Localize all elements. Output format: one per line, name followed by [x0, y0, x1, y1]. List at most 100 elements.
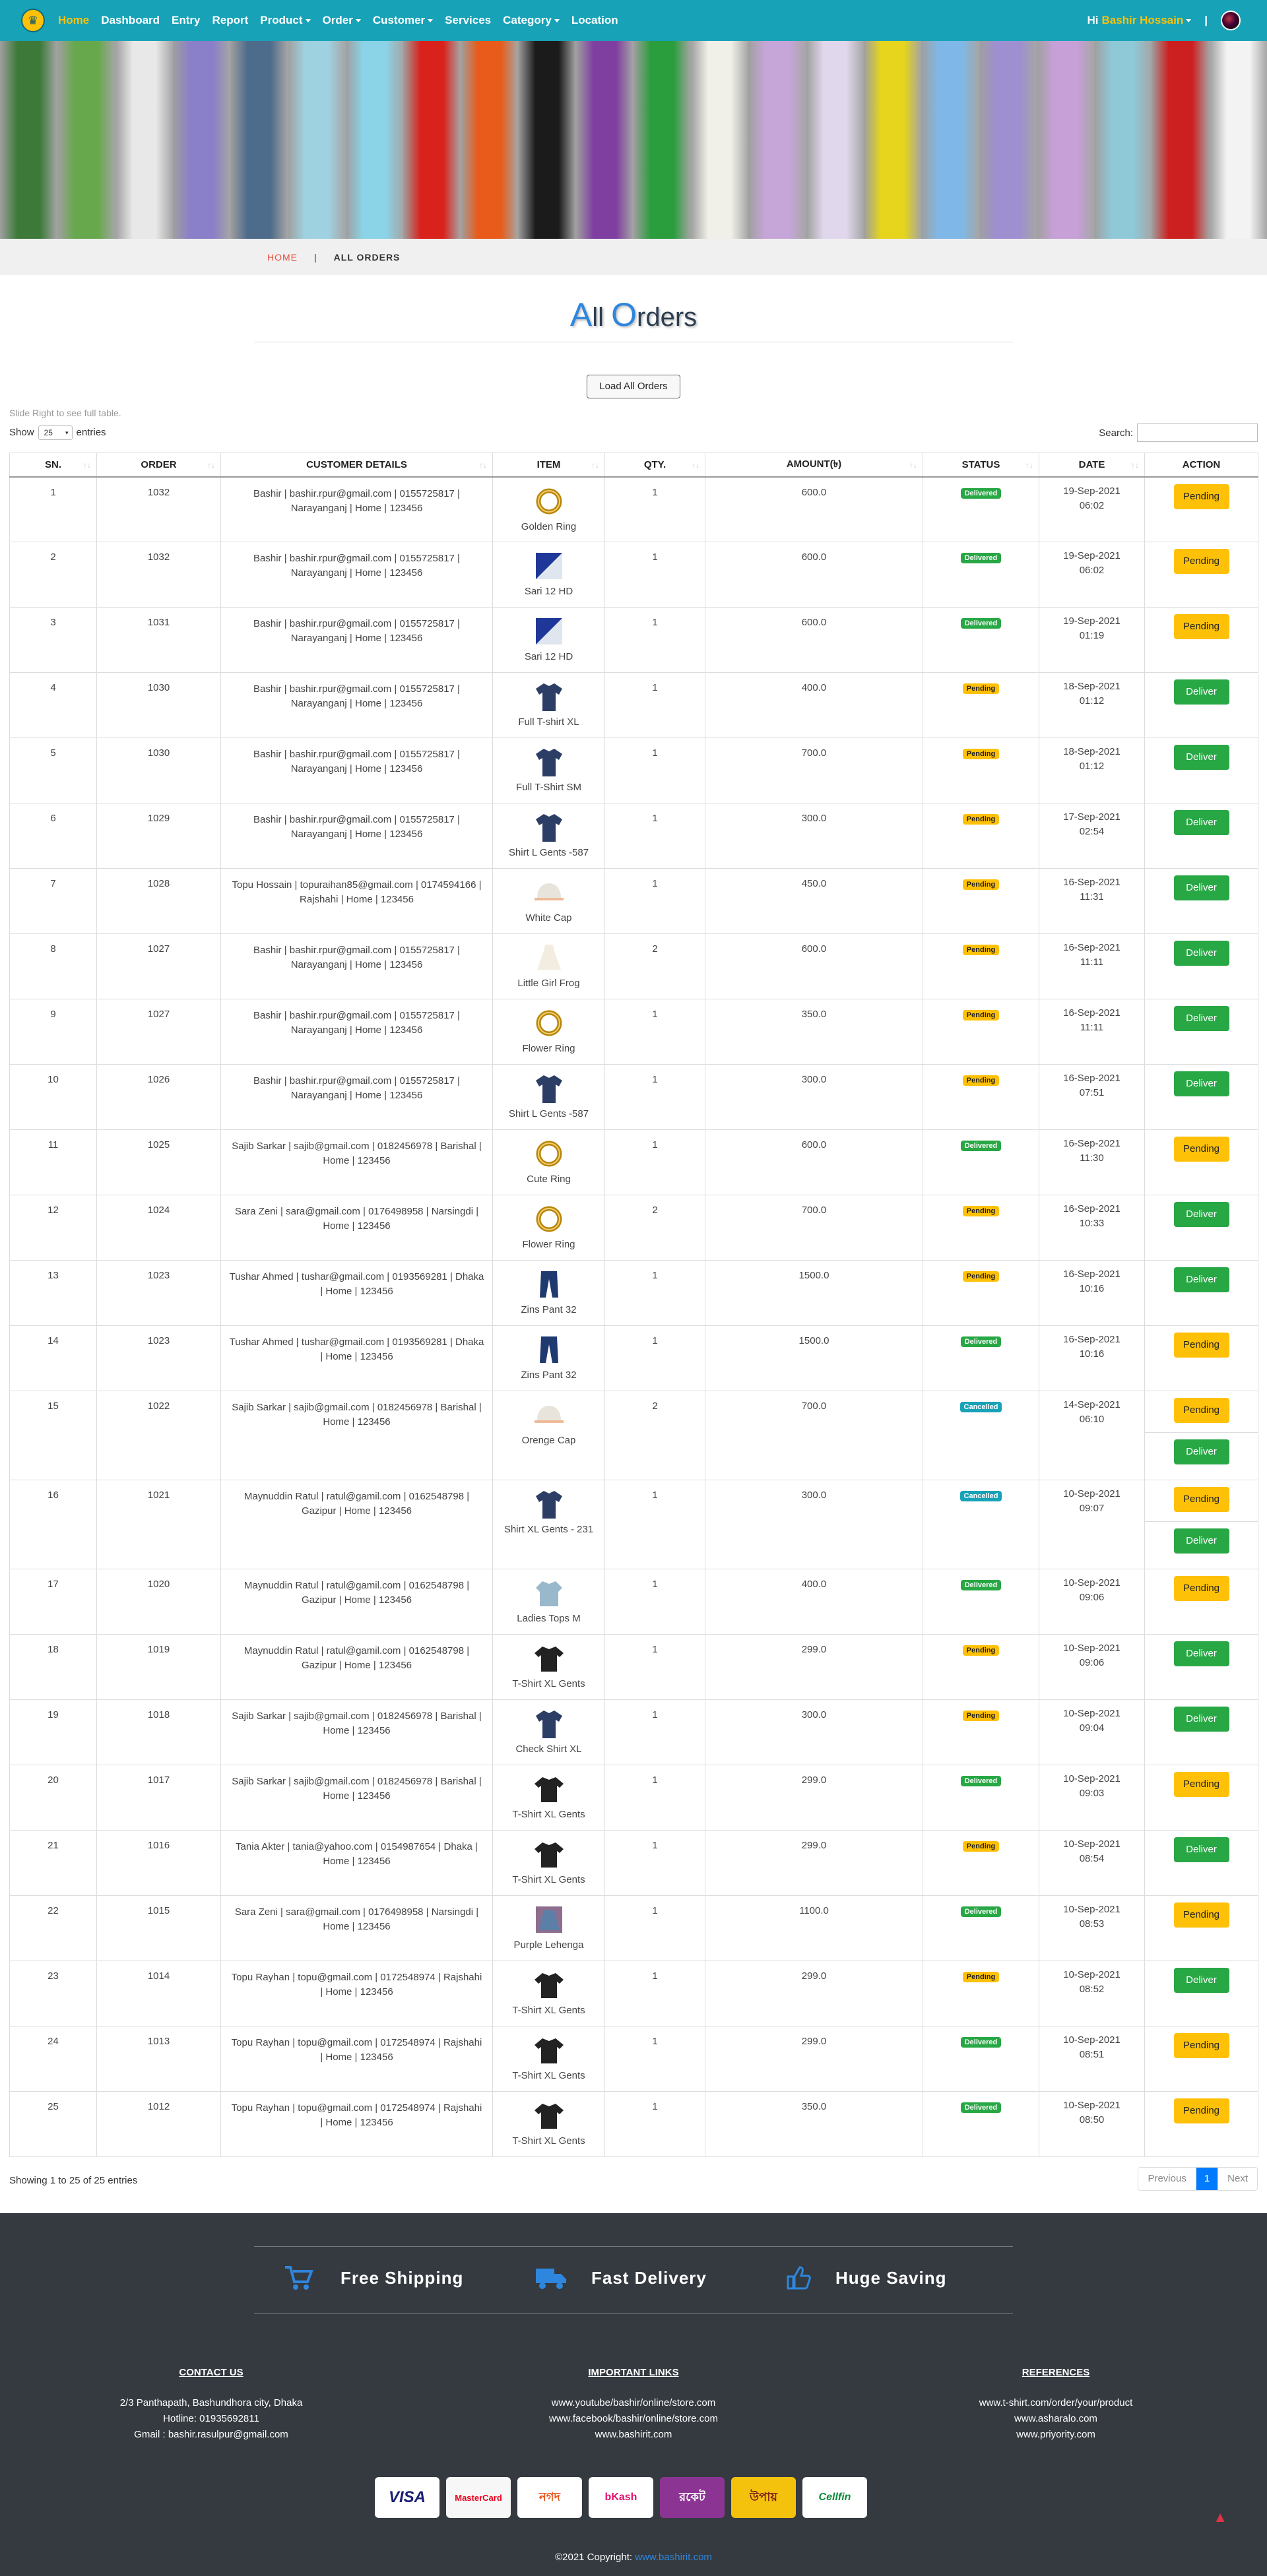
cell-action: Deliver [1144, 1634, 1258, 1700]
copyright-link[interactable]: www.bashirit.com [635, 2552, 712, 2563]
column-header[interactable]: ACTION [1144, 453, 1258, 478]
chevron-down-icon[interactable] [1186, 18, 1192, 22]
pending-button[interactable]: Pending [1173, 1576, 1229, 1601]
scroll-to-top-icon[interactable]: ▲ [1213, 2509, 1227, 2526]
item-name: T-Shirt XL Gents [512, 1874, 585, 1885]
deliver-button[interactable]: Deliver [1173, 810, 1229, 835]
column-header[interactable]: SN. ↑↓ [9, 453, 97, 478]
cell-date: 18-Sep-2021 01:12 [1039, 672, 1145, 738]
cell-sn: 15 [9, 1391, 97, 1480]
column-header[interactable]: ORDER ↑↓ [96, 453, 221, 478]
deliver-button[interactable]: Deliver [1173, 1006, 1229, 1031]
deliver-button[interactable]: Deliver [1173, 679, 1229, 705]
nav-report[interactable]: Report [212, 14, 249, 27]
deliver-button[interactable]: Deliver [1173, 1707, 1229, 1732]
deliver-button[interactable]: Deliver [1173, 1267, 1229, 1292]
user-menu[interactable]: Hi Bashir Hossain | [1087, 0, 1241, 41]
cell-customer: Topu Rayhan | topu@gmail.com | 017254897… [220, 2026, 493, 2092]
status-badge: Pending [962, 1271, 1000, 1282]
frock-icon [497, 941, 601, 975]
brand-logo[interactable]: ♛ [21, 9, 45, 32]
nav-dashboard[interactable]: Dashboard [101, 14, 160, 27]
nav-services[interactable]: Services [445, 14, 491, 27]
pending-button[interactable]: Pending [1173, 1137, 1229, 1162]
user-name[interactable]: Bashir Hossain [1101, 14, 1183, 27]
nav-category[interactable]: Category [503, 14, 560, 27]
column-header[interactable]: ITEM ↑↓ [492, 453, 605, 478]
deliver-button[interactable]: Deliver [1173, 1439, 1229, 1464]
deliver-button[interactable]: Deliver [1173, 1202, 1229, 1227]
nav-product[interactable]: Product [260, 14, 311, 27]
sort-icon[interactable]: ↑↓ [1131, 460, 1139, 470]
deliver-button[interactable]: Deliver [1173, 875, 1229, 900]
cell-order: 1029 [96, 803, 221, 869]
nav-entry[interactable]: Entry [172, 14, 200, 27]
cell-status: Pending [923, 1699, 1039, 1765]
copyright: ©2021 Copyright: www.bashirit.com [555, 2552, 712, 2563]
deliver-button[interactable]: Deliver [1173, 1968, 1229, 1993]
slide-note: Slide Right to see full table. [9, 408, 121, 418]
nav-order[interactable]: Order [323, 14, 361, 27]
breadcrumb-home[interactable]: HOME [267, 252, 298, 263]
nav-location[interactable]: Location [571, 14, 618, 27]
previous-button[interactable]: Previous [1138, 2168, 1196, 2190]
deliver-button[interactable]: Deliver [1173, 941, 1229, 966]
link-facebook[interactable]: www.facebook/bashir/online/store.com [528, 2411, 739, 2427]
pending-button[interactable]: Pending [1173, 1772, 1229, 1797]
entries-select[interactable]: 25 ▾ [38, 425, 73, 440]
sort-icon[interactable]: ↑↓ [207, 460, 215, 470]
cell-customer: Bashir | bashir.rpur@gmail.com | 0155725… [220, 607, 493, 673]
status-badge: Delivered [960, 2037, 1002, 2048]
column-header[interactable]: DATE ↑↓ [1039, 453, 1145, 478]
deliver-button[interactable]: Deliver [1173, 1071, 1229, 1096]
load-all-orders-button[interactable]: Load All Orders [587, 375, 680, 398]
pending-button[interactable]: Pending [1173, 549, 1229, 574]
cell-status: Delivered [923, 542, 1039, 608]
sort-icon[interactable]: ↑↓ [692, 460, 699, 470]
pending-button[interactable]: Pending [1173, 2098, 1229, 2123]
nav-home[interactable]: Home [58, 14, 89, 27]
column-header[interactable]: QTY. ↑↓ [604, 453, 705, 478]
deliver-button[interactable]: Deliver [1173, 1641, 1229, 1666]
contact-address: 2/3 Panthapath, Bashundhora city, Dhaka [119, 2397, 303, 2408]
deliver-button[interactable]: Deliver [1173, 745, 1229, 770]
pending-button[interactable]: Pending [1173, 1902, 1229, 1928]
sort-icon[interactable]: ↑↓ [909, 460, 917, 470]
link-youtube[interactable]: www.youtube/bashir/online/store.com [528, 2395, 739, 2411]
sort-icon[interactable]: ↑↓ [591, 460, 599, 470]
cell-sn: 13 [9, 1260, 97, 1326]
link-website[interactable]: www.bashirit.com [528, 2427, 739, 2443]
column-header[interactable]: STATUS ↑↓ [923, 453, 1039, 478]
column-header[interactable]: CUSTOMER DETAILS ↑↓ [220, 453, 493, 478]
sort-icon[interactable]: ↑↓ [83, 460, 91, 470]
ring-icon [497, 1137, 601, 1171]
deliver-button[interactable]: Deliver [1173, 1528, 1229, 1554]
page-1-button[interactable]: 1 [1196, 2168, 1219, 2190]
shirt-icon [497, 1487, 601, 1521]
cell-status: Pending [923, 1634, 1039, 1700]
pending-button[interactable]: Pending [1173, 1487, 1229, 1512]
sort-icon[interactable]: ↑↓ [479, 460, 487, 470]
pending-button[interactable]: Pending [1173, 614, 1229, 639]
cell-customer: Sara Zeni | sara@gmail.com | 0176498958 … [220, 1195, 493, 1261]
avatar[interactable] [1221, 11, 1241, 30]
cell-order: 1013 [96, 2026, 221, 2092]
search-input[interactable] [1137, 424, 1258, 442]
sort-icon[interactable]: ↑↓ [1025, 460, 1033, 470]
deliver-button[interactable]: Deliver [1173, 1837, 1229, 1862]
cell-date: 10-Sep-2021 09:06 [1039, 1569, 1145, 1635]
ref-asharalo[interactable]: www.asharalo.com [950, 2411, 1161, 2427]
cell-customer: Bashir | bashir.rpur@gmail.com | 0155725… [220, 738, 493, 803]
pending-button[interactable]: Pending [1173, 484, 1229, 509]
ref-tshirt[interactable]: www.t-shirt.com/order/your/product [950, 2395, 1161, 2411]
ref-priyority[interactable]: www.priyority.com [950, 2427, 1161, 2443]
cell-amount: 299.0 [705, 1830, 923, 1896]
nav-customer[interactable]: Customer [373, 14, 434, 27]
column-header[interactable]: AMOUNT(৳) ↑↓ [705, 453, 923, 478]
pending-button[interactable]: Pending [1173, 1333, 1229, 1358]
pending-button[interactable]: Pending [1173, 1398, 1229, 1423]
next-button[interactable]: Next [1218, 2168, 1257, 2190]
cell-status: Delivered [923, 1765, 1039, 1831]
pending-button[interactable]: Pending [1173, 2033, 1229, 2058]
cell-item: Full T-shirt XL [492, 672, 605, 738]
